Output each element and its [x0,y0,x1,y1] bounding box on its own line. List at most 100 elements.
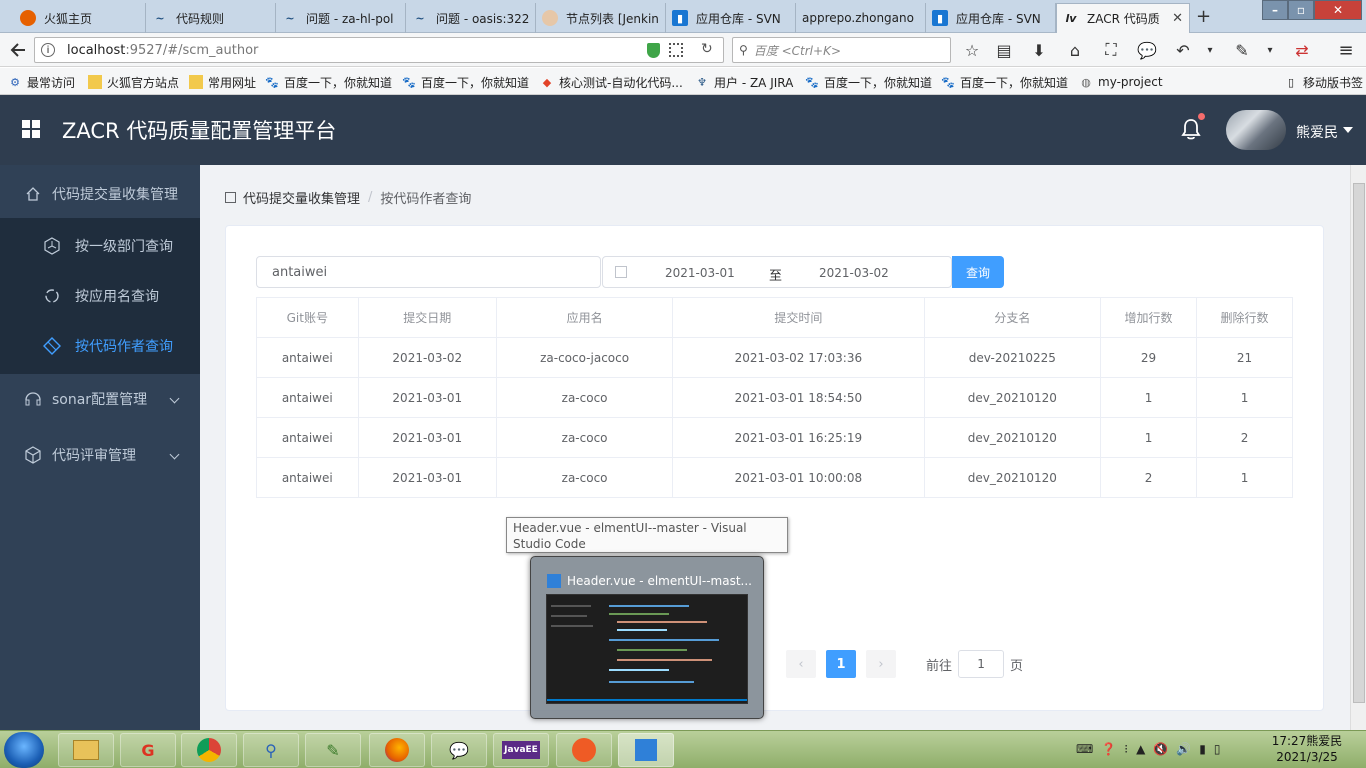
bookmark-item[interactable]: 火狐官方站点 [88,72,179,92]
commit-table: Git账号 提交日期 应用名 提交时间 分支名 增加行数 删除行数 antaiw… [256,297,1293,498]
bookmark-item[interactable]: ♆ 用户 - ZA JIRA [695,72,793,92]
dropdown-arrow-icon[interactable]: ▾ [1258,38,1282,62]
app-g-icon[interactable]: G [120,733,176,767]
browser-tab-active[interactable]: lv ZACR 代码质 ✕ [1056,3,1190,33]
column-header: 分支名 [923,297,1102,338]
menu-code-review[interactable]: 代码评审管理 [0,427,200,483]
close-window-button[interactable]: ✕ [1314,0,1362,20]
table-cell: dev-20210225 [923,337,1102,378]
dropdown-arrow-icon[interactable]: ▾ [1198,38,1222,62]
query-button[interactable]: 查询 [952,256,1004,288]
mute-icon[interactable]: 🔇 [1153,742,1168,756]
end-date[interactable]: 2021-03-02 [819,266,889,280]
bookmark-item[interactable]: 🐾 百度一下，你就知道 [805,72,932,92]
keyboard-icon[interactable]: ⌨ [1076,742,1093,756]
vscode-icon [547,574,561,588]
bookmark-item[interactable]: ⚙ 最常访问 [8,72,75,92]
reading-list-icon[interactable]: ▤ [992,38,1016,62]
download-icon[interactable]: ⬇ [1027,38,1051,62]
firefox-icon[interactable] [369,733,425,767]
taskbar-window-preview[interactable]: Header.vue - elmentUI--mast... [530,556,764,719]
app-icon: lv [1065,12,1077,25]
goto-page-input[interactable] [958,650,1005,678]
search-bar[interactable]: ⚲ 百度 <Ctrl+K> [732,37,951,63]
close-tab-icon[interactable]: ✕ [1168,11,1183,26]
browser-tab[interactable]: 节点列表 [Jenkin [536,3,666,33]
bell-icon[interactable] [1180,117,1202,141]
crop-icon[interactable]: ⛶ [1099,38,1123,62]
wechat-icon[interactable]: 💬 [431,733,487,767]
page-number[interactable]: 1 [826,650,856,678]
tray-dot-icon[interactable]: ⁝ [1124,742,1128,756]
browser-tab[interactable]: 火狐主页 [14,3,146,33]
breadcrumb-root[interactable]: 代码提交量收集管理 [243,188,360,207]
menu-by-author[interactable]: 按代码作者查询 [0,318,200,374]
vscode-icon[interactable] [618,733,674,767]
qr-code-icon[interactable] [669,43,683,57]
search-app-icon[interactable]: ⚲ [243,733,299,767]
clock[interactable]: 17:27熊爱民 2021/3/25 [1262,733,1352,765]
vertical-scrollbar[interactable] [1350,165,1366,730]
menu-by-department[interactable]: 按一级部门查询 [0,218,200,274]
table-row: antaiwei 2021-03-01 za-coco 2021-03-01 1… [256,377,1293,418]
browser-navigation-bar: i localhost:9527/#/scm_author ↻ ⚲ 百度 <Ct… [0,33,1366,67]
browser-tab[interactable]: ~ 问题 - za-hl-pol [276,3,406,33]
maximize-button[interactable]: ▫ [1288,0,1314,20]
bookmark-item[interactable]: 常用网址 [189,72,256,92]
chrome-icon[interactable] [181,733,237,767]
start-button[interactable] [4,732,44,768]
start-date[interactable]: 2021-03-01 [665,266,735,280]
menu-by-app[interactable]: 按应用名查询 [0,268,200,324]
avatar[interactable] [1226,110,1286,150]
bookmark-item[interactable]: 🐾 百度一下，你就知道 [402,72,529,92]
shield-icon[interactable] [647,43,660,58]
star-icon[interactable]: ☆ [960,38,984,62]
sonar-icon [24,390,42,408]
network-icon[interactable]: ▮ [1199,742,1206,756]
url-bar[interactable]: i localhost:9527/#/scm_author ↻ [34,37,724,63]
svn-icon: ▮ [932,10,948,26]
back-button[interactable] [6,38,30,62]
caret-down-icon[interactable] [1343,127,1353,133]
author-input[interactable] [256,256,601,288]
clock-user: 熊爱民 [1306,734,1343,748]
browser-tab[interactable]: ▮ 应用仓库 - SVN [926,3,1056,33]
info-icon[interactable]: i [41,43,55,57]
scrollbar-thumb[interactable] [1353,183,1365,703]
table-cell: 2 [1196,417,1293,458]
home-icon[interactable]: ⌂ [1063,38,1087,62]
bookmark-item[interactable]: 🐾 百度一下，你就知道 [941,72,1068,92]
bookmark-item[interactable]: ◍ my-project [1079,72,1162,92]
reload-icon[interactable]: ↻ [701,41,713,57]
tray-arrow-icon[interactable]: ▲ [1136,742,1145,756]
browser-tab[interactable]: ~ 代码规则 [146,3,276,33]
postman-icon[interactable] [556,733,612,767]
sync-icon[interactable]: ⇄ [1290,38,1314,62]
chat-icon[interactable]: 💬 [1135,38,1159,62]
app-grid-icon[interactable] [22,120,40,138]
new-tab-button[interactable]: + [1196,6,1211,27]
browser-tab[interactable]: ▮ 应用仓库 - SVN [666,3,796,33]
file-explorer-icon[interactable] [58,733,114,767]
prev-page-button[interactable]: ‹ [786,650,816,678]
bookmark-item[interactable]: ◆ 核心测试-自动化代码... [540,72,683,92]
menu-sonar-config[interactable]: sonar配置管理 [0,371,200,427]
bookmark-item[interactable]: 🐾 百度一下，你就知道 [265,72,392,92]
minimize-button[interactable]: – [1262,0,1288,20]
column-header: Git账号 [256,297,359,338]
battery-icon[interactable]: ▯ [1214,742,1221,756]
browser-tab[interactable]: ~ 问题 - oasis:322 [406,3,536,33]
next-page-button[interactable]: › [866,650,896,678]
username[interactable]: 熊爱民 [1296,122,1338,142]
java-ee-ide-icon[interactable]: JavaEE [493,733,549,767]
date-range-picker[interactable]: 2021-03-01 至 2021-03-02 [602,256,952,288]
undo-icon[interactable]: ↶ [1171,38,1195,62]
mobile-bookmarks[interactable]: ▯ 移动版书签 [1284,72,1363,92]
plugin-icon[interactable]: ✎ [1230,38,1254,62]
help-icon[interactable]: ❓ [1101,742,1116,756]
volume-icon[interactable]: 🔊 [1176,742,1191,756]
menu-icon[interactable]: ≡ [1334,38,1358,62]
menu-scm-collection[interactable]: 代码提交量收集管理 [0,166,200,222]
browser-tab[interactable]: apprepo.zhongano [796,3,926,33]
notepad-icon[interactable]: ✎ [305,733,361,767]
